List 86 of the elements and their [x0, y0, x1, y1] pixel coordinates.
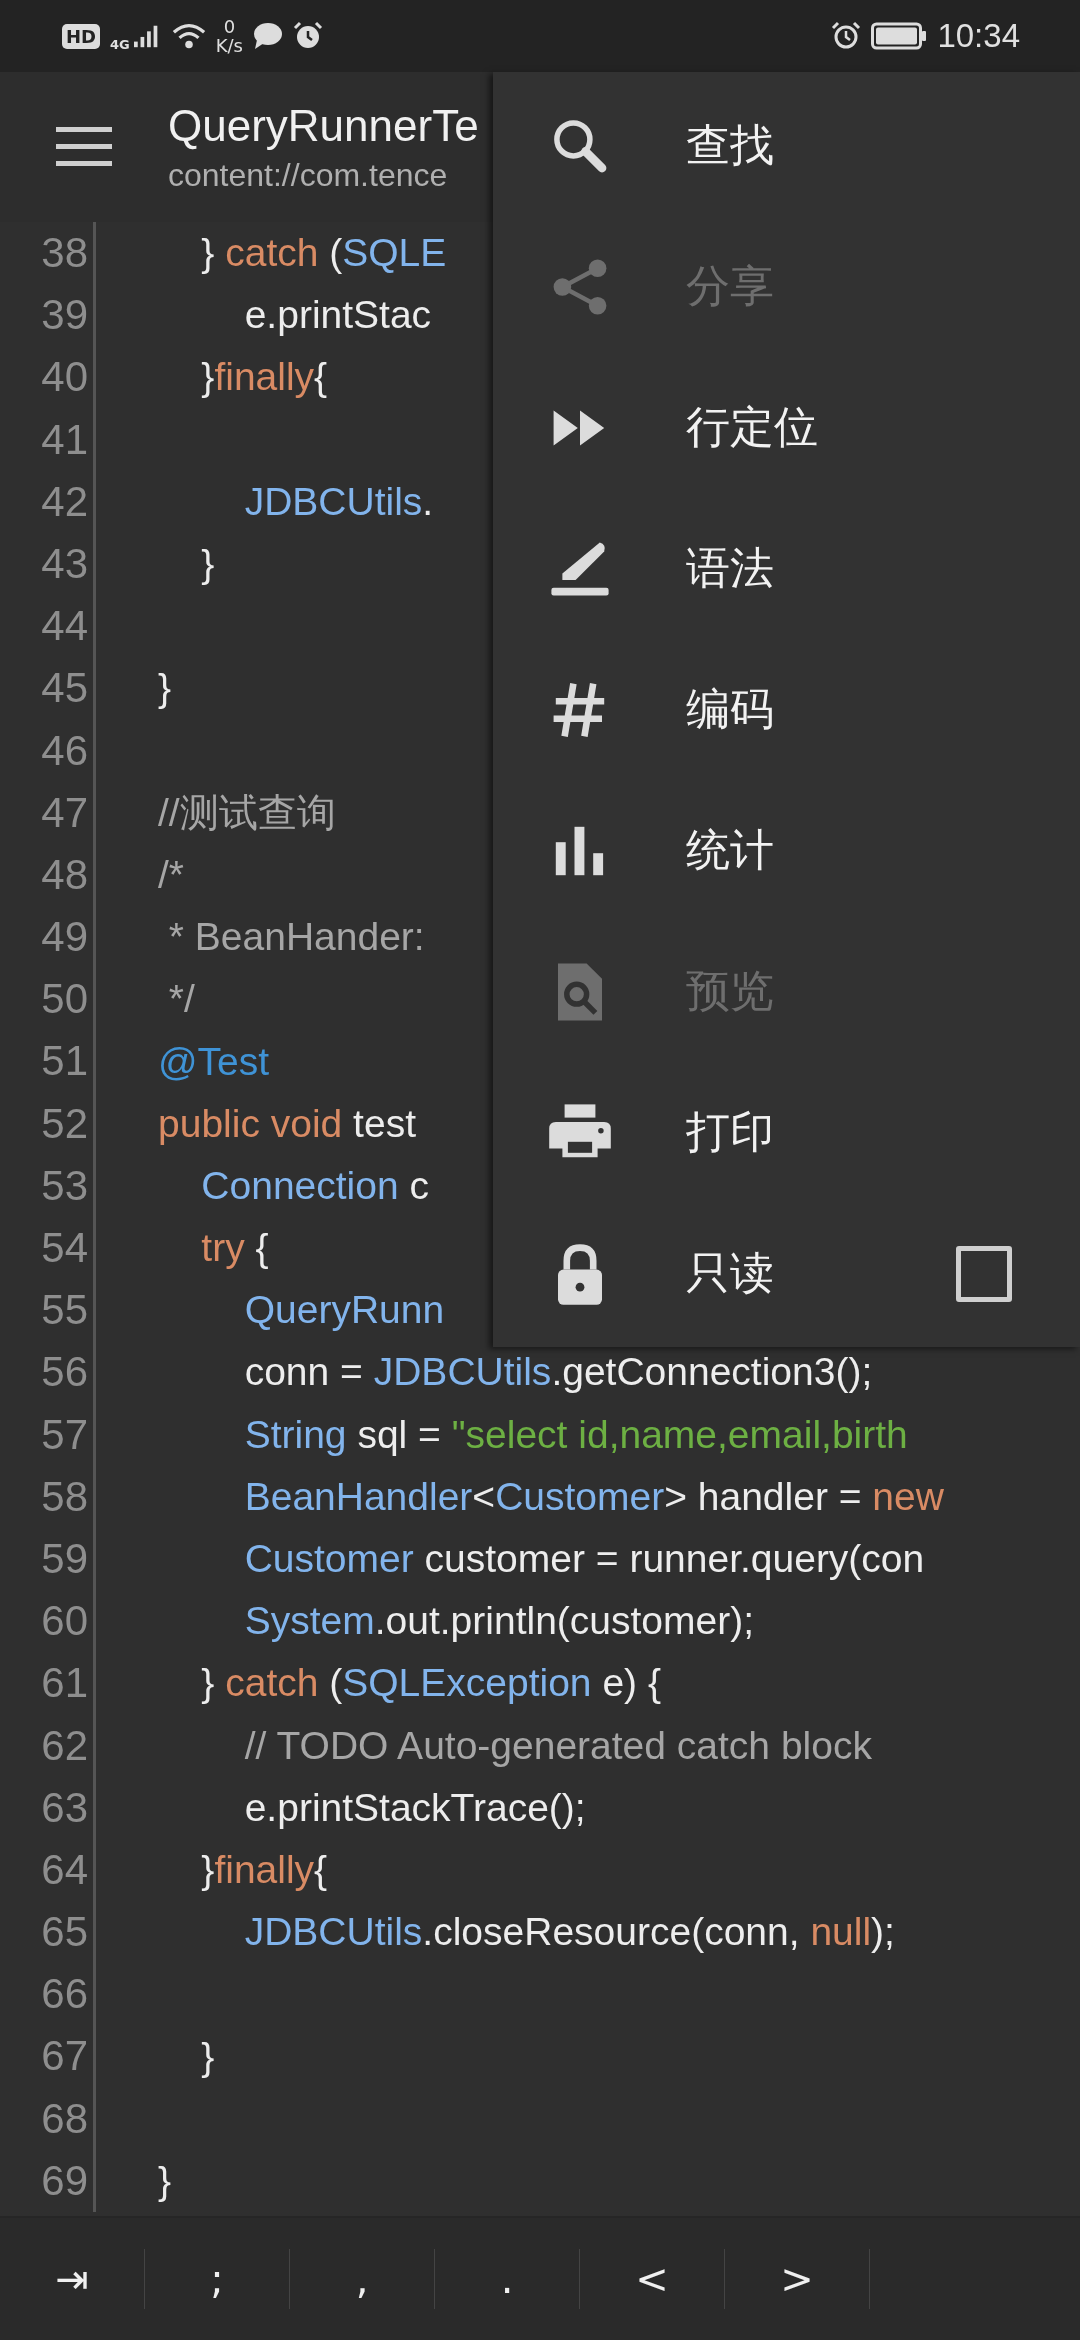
line-number: 58 [0, 1465, 96, 1528]
menu-item[interactable]: 只读 [493, 1203, 1080, 1344]
line-number: 39 [0, 284, 96, 347]
code-line: /* [158, 852, 184, 897]
code-line: System.out.println(customer); [243, 1599, 755, 1644]
wifi-icon [171, 22, 206, 50]
code-line: conn = JDBCUtils.getConnection3(); [243, 1350, 873, 1395]
menu-item[interactable]: 编码 [493, 639, 1080, 780]
hd-badge: HD [62, 23, 100, 49]
code-line: try { [200, 1226, 269, 1271]
code-line: // TODO Auto-generated catch block [243, 1723, 872, 1768]
battery-icon [871, 22, 928, 50]
code-line: QueryRunn [243, 1288, 445, 1333]
code-line: * BeanHander: [167, 915, 425, 960]
menu-item[interactable]: 打印 [493, 1062, 1080, 1203]
line-number: 62 [0, 1714, 96, 1777]
menu-item[interactable]: 行定位 [493, 357, 1080, 498]
code-line: e.printStackTrace(); [243, 1785, 586, 1830]
code-line: String sql = "select id,name,email,birth [243, 1412, 908, 1457]
line-number: 47 [0, 781, 96, 844]
menu-item[interactable]: 语法 [493, 498, 1080, 639]
code-line: Customer customer = runner.query(con [243, 1537, 925, 1582]
line-number: 59 [0, 1527, 96, 1591]
line-number: 51 [0, 1030, 96, 1093]
line-number: 61 [0, 1652, 96, 1715]
line-number: 65 [0, 1901, 96, 1964]
symbol-key[interactable]: ; [145, 2249, 290, 2309]
line-number: 66 [0, 1963, 96, 2026]
speed-unit: K/s [215, 36, 243, 55]
line-number: 68 [0, 2087, 96, 2150]
line-number: 57 [0, 1403, 96, 1466]
line-number: 40 [0, 346, 96, 409]
alarm-icon [831, 21, 862, 51]
code-line: } [158, 666, 172, 711]
code-line: } [158, 2158, 172, 2203]
menu-icon[interactable] [56, 125, 112, 169]
line-number: 44 [0, 595, 96, 658]
code-line: JDBCUtils. [243, 479, 434, 524]
symbol-key[interactable]: ⇥ [0, 2249, 145, 2309]
code-line: } [200, 542, 215, 587]
code-line: }finally{ [200, 1847, 328, 1892]
line-number: 64 [0, 1838, 96, 1902]
line-number: 43 [0, 532, 96, 596]
code-line: e.printStac [243, 293, 432, 338]
line-number: 56 [0, 1341, 96, 1404]
line-number: 38 [0, 222, 96, 285]
code-line: @Test [158, 1039, 270, 1084]
code-line: Connection c [200, 1163, 429, 1208]
clock-time: 10:34 [937, 17, 1020, 55]
chat-bubble-icon [253, 21, 283, 51]
line-number: 67 [0, 2025, 96, 2088]
line-number: 69 [0, 2149, 96, 2212]
line-number: 55 [0, 1279, 96, 1342]
line-number: 41 [0, 408, 96, 471]
symbol-key[interactable]: > [725, 2249, 870, 2309]
symbol-key[interactable]: < [580, 2249, 725, 2309]
line-number: 50 [0, 968, 96, 1031]
code-line: */ [167, 977, 195, 1022]
file-title: QueryRunnerTe [168, 100, 479, 151]
line-number: 60 [0, 1590, 96, 1653]
line-number: 46 [0, 719, 96, 782]
menu-item[interactable]: 统计 [493, 780, 1080, 921]
code-line: BeanHandler<Customer> handler = new [243, 1474, 944, 1519]
code-line: } catch (SQLException e) { [200, 1661, 661, 1706]
speed-value: 0 [223, 17, 236, 36]
line-number: 42 [0, 470, 96, 533]
code-line: //测试查询 [158, 789, 336, 836]
network-type: 4G [110, 37, 130, 52]
code-line: public void test [158, 1101, 416, 1146]
line-number: 54 [0, 1217, 96, 1280]
code-line: }finally{ [200, 355, 328, 400]
line-number: 53 [0, 1154, 96, 1217]
file-path: content://com.tence [168, 156, 449, 194]
symbol-key[interactable]: . [435, 2249, 580, 2309]
checkbox[interactable] [956, 1245, 1012, 1302]
menu-item[interactable]: 查找 [493, 75, 1080, 216]
line-number: 52 [0, 1092, 96, 1155]
alarm-icon [293, 21, 323, 51]
line-number: 48 [0, 843, 96, 907]
line-number: 63 [0, 1776, 96, 1839]
code-line: JDBCUtils.closeResource(conn, null); [243, 1910, 895, 1955]
code-line: } [200, 2034, 215, 2079]
line-number: 45 [0, 657, 96, 720]
line-number: 49 [0, 906, 96, 969]
code-line: } catch (SQLE [200, 231, 447, 276]
symbol-key[interactable]: , [290, 2249, 435, 2309]
